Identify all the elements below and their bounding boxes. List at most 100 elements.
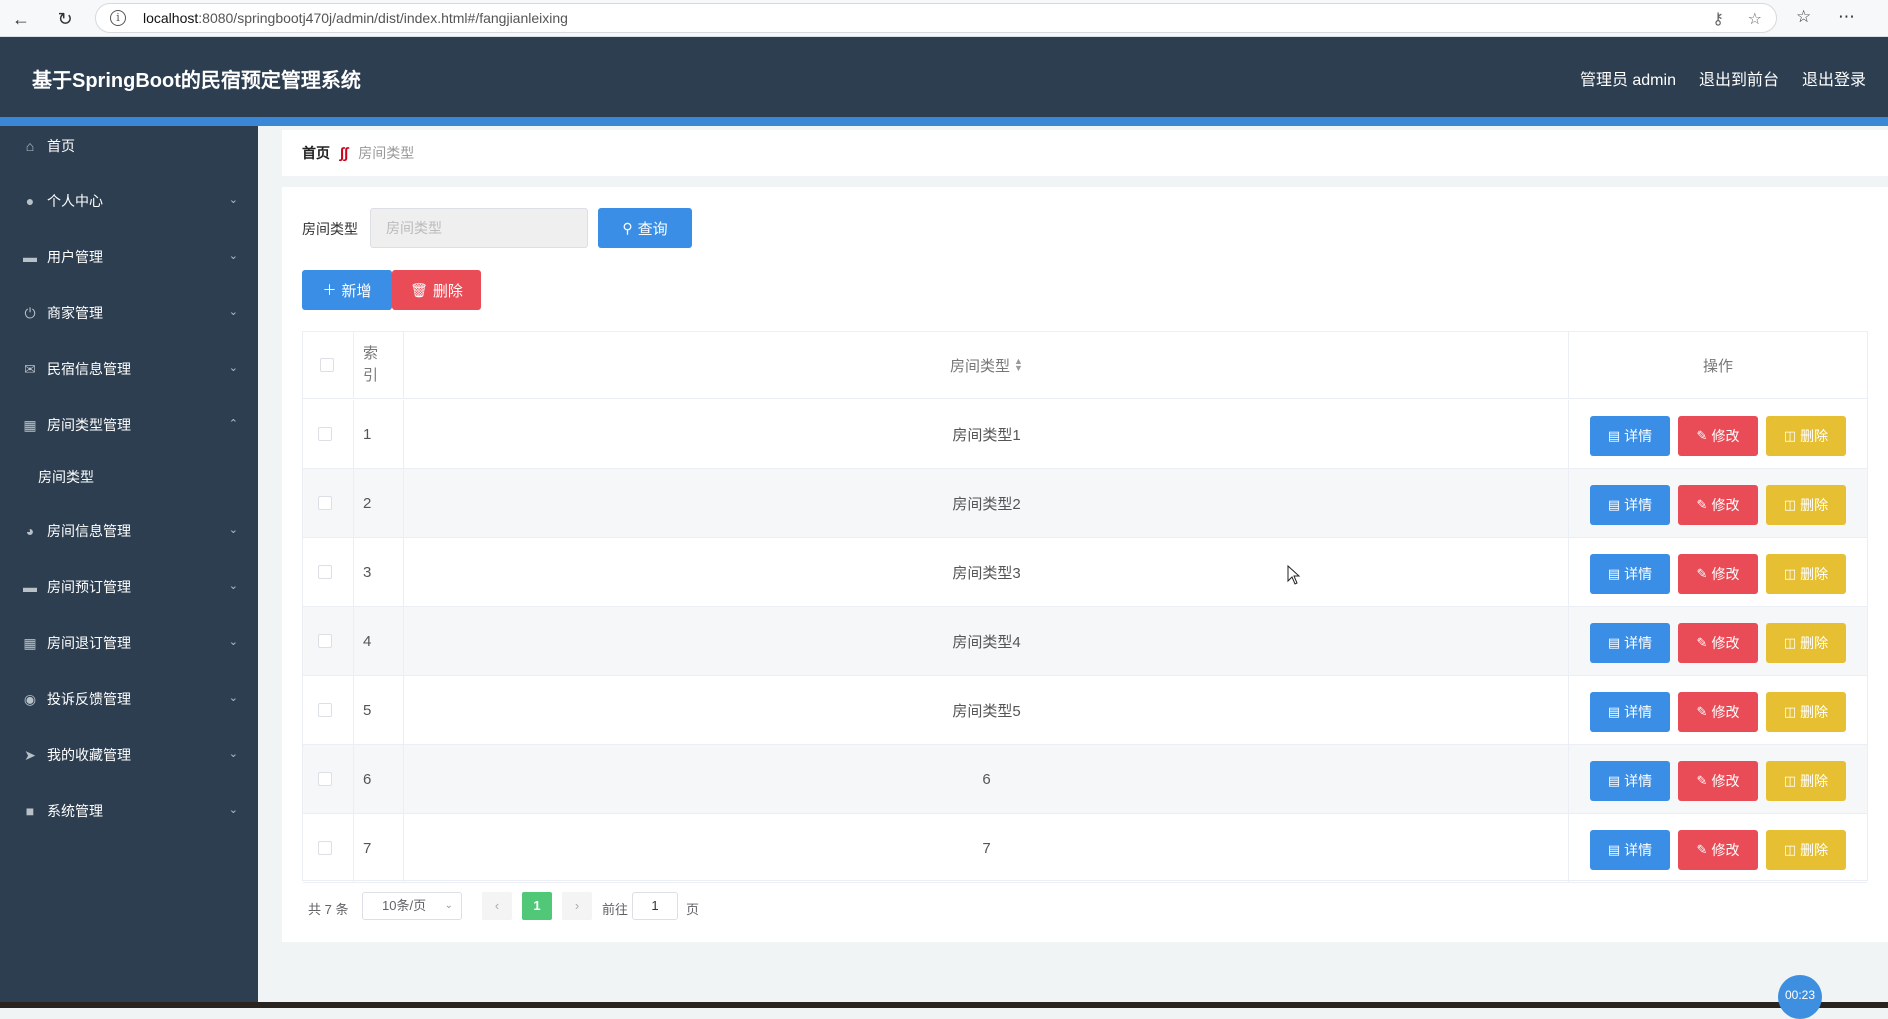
sidebar-item-label: 房间退订管理 <box>47 635 131 651</box>
row-index: 3 <box>363 563 372 581</box>
row-checkbox[interactable] <box>318 400 332 468</box>
edit-button-label: 修改 <box>1711 497 1740 513</box>
sidebar-item-user-management[interactable]: ▬ 用户管理 ⌄ <box>0 237 258 277</box>
delete-button[interactable]: ◫ 删除 <box>1766 761 1846 801</box>
chevron-down-icon: ⌄ <box>228 362 238 374</box>
exit-to-front-link[interactable]: 退出到前台 <box>1699 66 1779 90</box>
url-host: localhost <box>143 10 199 26</box>
trash-icon: ◫ <box>1783 842 1797 857</box>
table-row: 2 房间类型2 ▤ 详情 ✎ 修改 ◫ 删除 <box>303 469 1867 538</box>
sidebar-item-favorites[interactable]: ➤ 我的收藏管理 ⌄ <box>0 735 258 775</box>
edit-button[interactable]: ✎ 修改 <box>1678 761 1758 801</box>
edit-button[interactable]: ✎ 修改 <box>1678 623 1758 663</box>
add-button-label: 新增 <box>341 282 372 300</box>
sidebar-item-merchant-management[interactable]: ⏻ 商家管理 ⌄ <box>0 293 258 333</box>
next-page-button[interactable]: › <box>562 892 592 920</box>
row-checkbox[interactable] <box>318 814 332 882</box>
breadcrumb-home[interactable]: 首页 <box>302 143 330 163</box>
chevron-up-icon: ⌃ <box>228 418 238 430</box>
row-index: 4 <box>363 632 372 650</box>
detail-button[interactable]: ▤ 详情 <box>1590 761 1670 801</box>
prev-page-button[interactable]: ‹ <box>482 892 512 920</box>
detail-button[interactable]: ▤ 详情 <box>1590 554 1670 594</box>
power-icon: ⏻ <box>24 304 36 321</box>
edit-button[interactable]: ✎ 修改 <box>1678 554 1758 594</box>
mail-icon: ✉ <box>24 360 36 377</box>
row-checkbox[interactable] <box>318 607 332 675</box>
sidebar-item-homestay-info[interactable]: ✉ 民宿信息管理 ⌄ <box>0 349 258 389</box>
delete-button-label: 删除 <box>1800 635 1829 651</box>
address-bar[interactable]: i localhost:8080/springbootj470j/admin/d… <box>95 3 1777 33</box>
column-header-operations: 操作 <box>1702 357 1733 375</box>
home-icon: ⌂ <box>25 138 35 154</box>
search-button[interactable]: ⚲ 查询 <box>598 208 692 248</box>
edit-button[interactable]: ✎ 修改 <box>1678 416 1758 456</box>
edit-button[interactable]: ✎ 修改 <box>1678 485 1758 525</box>
delete-button[interactable]: ◫ 删除 <box>1766 416 1846 456</box>
detail-button-label: 详情 <box>1624 428 1653 444</box>
bell-off-icon: ◉ <box>23 690 37 707</box>
monitor-icon: ▬ <box>23 579 37 595</box>
column-header-room-type[interactable]: 房间类型 ▲ ▼ <box>404 332 1569 398</box>
sidebar-item-system-management[interactable]: ■ 系统管理 ⌄ <box>0 791 258 831</box>
detail-button[interactable]: ▤ 详情 <box>1590 485 1670 525</box>
sidebar-item-home[interactable]: ⌂ 首页 <box>0 126 258 166</box>
detail-button[interactable]: ▤ 详情 <box>1590 830 1670 870</box>
row-checkbox[interactable] <box>318 676 332 744</box>
search-button-label: 查询 <box>637 220 668 238</box>
edit-button[interactable]: ✎ 修改 <box>1678 830 1758 870</box>
trash-icon: ◫ <box>1783 773 1797 788</box>
delete-button[interactable]: ◫ 删除 <box>1766 554 1846 594</box>
detail-button[interactable]: ▤ 详情 <box>1590 692 1670 732</box>
back-icon[interactable]: ← <box>8 6 34 32</box>
search-input[interactable] <box>370 208 588 248</box>
row-index: 2 <box>363 494 372 512</box>
sidebar-item-room-info[interactable]: ◕ 房间信息管理 ⌄ <box>0 511 258 551</box>
more-icon[interactable]: ⋯ <box>1838 7 1855 27</box>
sidebar-item-room-booking[interactable]: ▬ 房间预订管理 ⌄ <box>0 567 258 607</box>
sidebar-item-complaint-feedback[interactable]: ◉ 投诉反馈管理 ⌄ <box>0 679 258 719</box>
sidebar-item-label: 首页 <box>47 138 75 154</box>
sidebar-item-room-cancellation[interactable]: ▦ 房间退订管理 ⌄ <box>0 623 258 663</box>
favorites-icon[interactable]: ☆ <box>1796 7 1811 27</box>
edit-icon: ✎ <box>1696 842 1708 857</box>
detail-button-label: 详情 <box>1624 566 1653 582</box>
trash-icon: ◫ <box>1783 704 1797 719</box>
delete-button[interactable]: ◫ 删除 <box>1766 485 1846 525</box>
edit-icon: ✎ <box>1696 566 1708 581</box>
row-index: 6 <box>363 770 372 788</box>
row-checkbox[interactable] <box>318 745 332 813</box>
chevron-down-icon: ⌄ <box>228 194 238 206</box>
logout-link[interactable]: 退出登录 <box>1802 66 1866 90</box>
sort-icon[interactable]: ▲ ▼ <box>1014 357 1023 373</box>
site-info-icon[interactable]: i <box>110 10 126 26</box>
key-icon[interactable]: ⚷ <box>1712 9 1724 29</box>
edit-button[interactable]: ✎ 修改 <box>1678 692 1758 732</box>
page-number-current[interactable]: 1 <box>522 892 552 920</box>
sidebar-item-personal-center[interactable]: ● 个人中心 ⌄ <box>0 181 258 221</box>
sidebar-item-room-type-management[interactable]: ▦ 房间类型管理 ⌃ <box>0 405 258 445</box>
breadcrumb: 首页 ∫∫ 房间类型 <box>282 130 1888 176</box>
edit-icon: ✎ <box>1696 773 1708 788</box>
select-all-checkbox[interactable] <box>320 332 334 398</box>
search-icon: ⚲ <box>622 219 633 236</box>
delete-button[interactable]: ◫ 删除 <box>1766 830 1846 870</box>
delete-button[interactable]: ◫ 删除 <box>1766 692 1846 732</box>
star-icon[interactable]: ☆ <box>1748 9 1762 29</box>
row-checkbox[interactable] <box>318 538 332 606</box>
recording-timer: 00:23 <box>1778 975 1822 1019</box>
batch-delete-button[interactable]: 🗑 删除 <box>392 270 481 310</box>
detail-button[interactable]: ▤ 详情 <box>1590 416 1670 456</box>
goto-page-input[interactable]: 1 <box>632 892 678 920</box>
sidebar-subitem-room-type[interactable]: 房间类型 <box>0 457 258 497</box>
add-button[interactable]: ＋ 新增 <box>302 270 392 310</box>
edit-button-label: 修改 <box>1711 635 1740 651</box>
detail-button-label: 详情 <box>1624 773 1653 789</box>
row-checkbox[interactable] <box>318 469 332 537</box>
page-size-select[interactable]: 10条/页 ⌄ <box>362 892 462 920</box>
detail-button[interactable]: ▤ 详情 <box>1590 623 1670 663</box>
delete-button[interactable]: ◫ 删除 <box>1766 623 1846 663</box>
reload-icon[interactable]: ↻ <box>52 6 78 32</box>
table-row: 6 6 ▤ 详情 ✎ 修改 ◫ 删除 <box>303 745 1867 814</box>
compass-icon: ◕ <box>25 523 35 539</box>
